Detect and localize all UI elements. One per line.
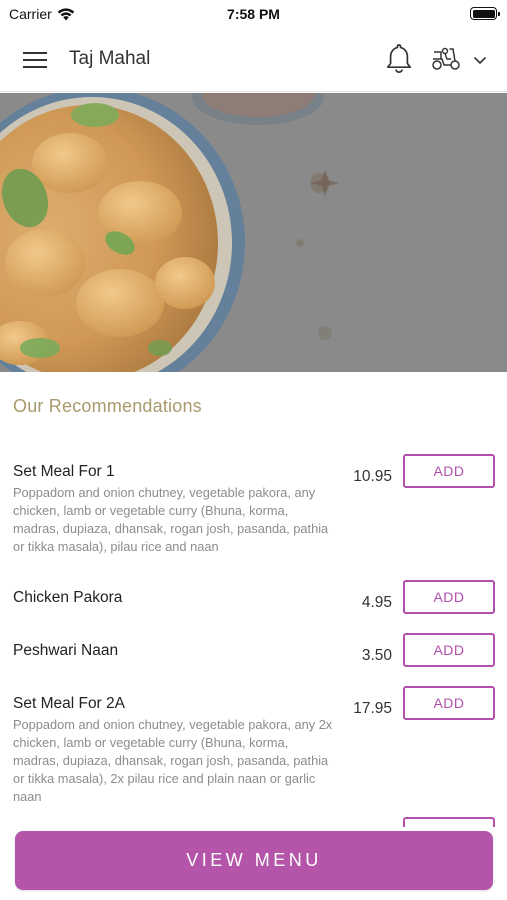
status-time: 7:58 PM	[227, 6, 280, 22]
item-price: 3.50	[361, 647, 392, 664]
add-button-partial[interactable]	[403, 817, 495, 827]
add-button[interactable]: ADD	[403, 633, 495, 667]
app-header: Taj Mahal	[0, 28, 507, 92]
item-description: Poppadom and onion chutney, vegetable pa…	[13, 717, 333, 804]
hero-food-image	[0, 93, 507, 372]
bell-icon[interactable]	[383, 42, 415, 76]
restaurant-title: Taj Mahal	[69, 48, 151, 69]
hamburger-menu-icon[interactable]	[20, 48, 50, 72]
item-name: Set Meal For 2A	[13, 695, 125, 712]
chevron-down-icon[interactable]	[470, 50, 490, 70]
add-button[interactable]: ADD	[403, 454, 495, 488]
add-button[interactable]: ADD	[403, 580, 495, 614]
section-title: Our Recommendations	[13, 396, 202, 416]
item-name: Peshwari Naan	[13, 642, 119, 659]
item-name: Set Meal For 1	[13, 463, 115, 480]
item-price: 10.95	[353, 468, 392, 485]
item-name: Chicken Pakora	[13, 589, 123, 606]
item-description: Poppadom and onion chutney, vegetable pa…	[13, 485, 329, 554]
item-price: 17.95	[353, 700, 392, 717]
battery-icon	[470, 7, 500, 20]
status-bar: Carrier 7:58 PM	[0, 0, 507, 28]
add-button[interactable]: ADD	[403, 686, 495, 720]
item-price: 4.95	[361, 594, 392, 611]
scooter-icon[interactable]	[428, 44, 464, 74]
view-menu-button[interactable]: VIEW MENU	[15, 831, 493, 890]
